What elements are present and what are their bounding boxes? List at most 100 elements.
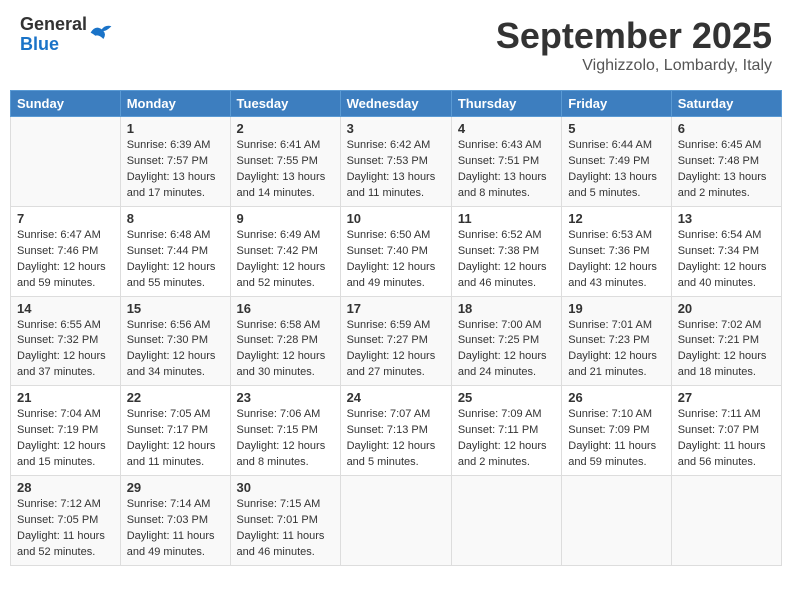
day-number: 14 [17,301,114,316]
day-number: 29 [127,480,224,495]
calendar-cell: 4Sunrise: 6:43 AMSunset: 7:51 PMDaylight… [451,117,561,207]
day-number: 16 [237,301,334,316]
logo-bird-icon [89,23,113,43]
day-info: Sunrise: 7:09 AMSunset: 7:11 PMDaylight:… [458,407,555,471]
day-number: 15 [127,301,224,316]
calendar-cell: 16 Sunrise: 6:58 AMSunset: 7:28 PMDayligh… [230,296,340,386]
day-number: 21 [17,390,114,405]
calendar-cell: 26Sunrise: 7:10 AMSunset: 7:09 PMDayligh… [562,386,671,476]
calendar-week-0: 1 Sunrise: 6:39 AMSunset: 7:57 PMDaylight… [11,117,782,207]
day-number: 28 [17,480,114,495]
day-info: Sunrise: 7:05 AMSunset: 7:17 PMDaylight:… [127,407,224,471]
calendar-week-3: 21 Sunrise: 7:04 AMSunset: 7:19 PMDayligh… [11,386,782,476]
calendar-cell: 17 Sunrise: 6:59 AMSunset: 7:27 PMDayligh… [340,296,451,386]
day-info: Sunrise: 6:52 AMSunset: 7:38 PMDaylight:… [458,228,555,292]
calendar-dow-sunday: Sunday [11,91,121,117]
calendar-header-row: SundayMondayTuesdayWednesdayThursdayFrid… [11,91,782,117]
calendar-week-4: 28 Sunrise: 7:12 AMSunset: 7:05 PMDayligh… [11,476,782,566]
calendar-cell: 8 Sunrise: 6:48 AMSunset: 7:44 PMDaylight… [120,206,230,296]
calendar-cell: 11 Sunrise: 6:52 AMSunset: 7:38 PMDayligh… [451,206,561,296]
calendar-week-1: 7 Sunrise: 6:47 AMSunset: 7:46 PMDaylight… [11,206,782,296]
day-info: Sunrise: 6:53 AMSunset: 7:36 PMDaylight:… [568,228,664,292]
day-number: 6 [678,121,775,136]
calendar-cell [562,476,671,566]
day-info: Sunrise: 7:01 AMSunset: 7:23 PMDaylight:… [568,318,664,382]
month-title: September 2025 [496,15,772,57]
day-number: 3 [347,121,445,136]
calendar-cell: 5Sunrise: 6:44 AMSunset: 7:49 PMDaylight… [562,117,671,207]
calendar-cell: 27 Sunrise: 7:11 AMSunset: 7:07 PMDayligh… [671,386,781,476]
title-block: September 2025 Vighizzolo, Lombardy, Ita… [496,15,772,75]
day-number: 22 [127,390,224,405]
day-info: Sunrise: 6:50 AMSunset: 7:40 PMDaylight:… [347,228,445,292]
calendar-cell: 18 Sunrise: 7:00 AMSunset: 7:25 PMDayligh… [451,296,561,386]
calendar-cell: 21 Sunrise: 7:04 AMSunset: 7:19 PMDayligh… [11,386,121,476]
calendar-cell: 15 Sunrise: 6:56 AMSunset: 7:30 PMDayligh… [120,296,230,386]
page-header: General Blue September 2025 Vighizzolo, … [10,10,782,80]
day-number: 18 [458,301,555,316]
calendar-cell [11,117,121,207]
logo-general: General [20,15,87,35]
day-number: 4 [458,121,555,136]
calendar-cell: 2 Sunrise: 6:41 AMSunset: 7:55 PMDaylight… [230,117,340,207]
logo-blue: Blue [20,35,87,55]
day-info: Sunrise: 7:07 AMSunset: 7:13 PMDaylight:… [347,407,445,471]
day-number: 1 [127,121,224,136]
calendar-dow-tuesday: Tuesday [230,91,340,117]
day-info: Sunrise: 6:47 AMSunset: 7:46 PMDaylight:… [17,228,114,292]
calendar-cell: 28 Sunrise: 7:12 AMSunset: 7:05 PMDayligh… [11,476,121,566]
day-info: Sunrise: 7:00 AMSunset: 7:25 PMDaylight:… [458,318,555,382]
calendar-cell: 13 Sunrise: 6:54 AMSunset: 7:34 PMDayligh… [671,206,781,296]
day-info: Sunrise: 7:15 AMSunset: 7:01 PMDaylight:… [237,497,334,561]
calendar-cell: 7 Sunrise: 6:47 AMSunset: 7:46 PMDaylight… [11,206,121,296]
calendar-table: SundayMondayTuesdayWednesdayThursdayFrid… [10,90,782,566]
calendar-cell [340,476,451,566]
calendar-cell: 12Sunrise: 6:53 AMSunset: 7:36 PMDayligh… [562,206,671,296]
calendar-cell: 6Sunrise: 6:45 AMSunset: 7:48 PMDaylight… [671,117,781,207]
day-number: 27 [678,390,775,405]
day-info: Sunrise: 6:48 AMSunset: 7:44 PMDaylight:… [127,228,224,292]
day-info: Sunrise: 6:41 AMSunset: 7:55 PMDaylight:… [237,138,334,202]
calendar-dow-thursday: Thursday [451,91,561,117]
day-info: Sunrise: 6:55 AMSunset: 7:32 PMDaylight:… [17,318,114,382]
day-info: Sunrise: 7:14 AMSunset: 7:03 PMDaylight:… [127,497,224,561]
day-number: 7 [17,211,114,226]
calendar-cell: 9Sunrise: 6:49 AMSunset: 7:42 PMDaylight… [230,206,340,296]
calendar-week-2: 14 Sunrise: 6:55 AMSunset: 7:32 PMDayligh… [11,296,782,386]
calendar-dow-saturday: Saturday [671,91,781,117]
calendar-cell: 30 Sunrise: 7:15 AMSunset: 7:01 PMDayligh… [230,476,340,566]
calendar-cell: 3Sunrise: 6:42 AMSunset: 7:53 PMDaylight… [340,117,451,207]
day-number: 19 [568,301,664,316]
day-number: 2 [237,121,334,136]
calendar-cell: 20Sunrise: 7:02 AMSunset: 7:21 PMDayligh… [671,296,781,386]
calendar-cell: 22 Sunrise: 7:05 AMSunset: 7:17 PMDayligh… [120,386,230,476]
day-info: Sunrise: 7:11 AMSunset: 7:07 PMDaylight:… [678,407,775,471]
calendar-dow-wednesday: Wednesday [340,91,451,117]
day-number: 13 [678,211,775,226]
calendar-cell [671,476,781,566]
day-info: Sunrise: 7:06 AMSunset: 7:15 PMDaylight:… [237,407,334,471]
day-number: 11 [458,211,555,226]
calendar-cell: 1 Sunrise: 6:39 AMSunset: 7:57 PMDaylight… [120,117,230,207]
day-number: 30 [237,480,334,495]
day-info: Sunrise: 6:56 AMSunset: 7:30 PMDaylight:… [127,318,224,382]
calendar-cell: 19 Sunrise: 7:01 AMSunset: 7:23 PMDayligh… [562,296,671,386]
day-number: 26 [568,390,664,405]
day-info: Sunrise: 6:59 AMSunset: 7:27 PMDaylight:… [347,318,445,382]
day-info: Sunrise: 6:39 AMSunset: 7:57 PMDaylight:… [127,138,224,202]
calendar-cell: 10Sunrise: 6:50 AMSunset: 7:40 PMDayligh… [340,206,451,296]
day-number: 17 [347,301,445,316]
calendar-dow-monday: Monday [120,91,230,117]
day-number: 23 [237,390,334,405]
day-info: Sunrise: 6:58 AMSunset: 7:28 PMDaylight:… [237,318,334,382]
day-info: Sunrise: 6:54 AMSunset: 7:34 PMDaylight:… [678,228,775,292]
day-info: Sunrise: 7:12 AMSunset: 7:05 PMDaylight:… [17,497,114,561]
day-number: 24 [347,390,445,405]
day-number: 25 [458,390,555,405]
day-info: Sunrise: 7:04 AMSunset: 7:19 PMDaylight:… [17,407,114,471]
day-info: Sunrise: 6:49 AMSunset: 7:42 PMDaylight:… [237,228,334,292]
day-number: 8 [127,211,224,226]
day-number: 5 [568,121,664,136]
calendar-cell [451,476,561,566]
calendar-cell: 29 Sunrise: 7:14 AMSunset: 7:03 PMDayligh… [120,476,230,566]
